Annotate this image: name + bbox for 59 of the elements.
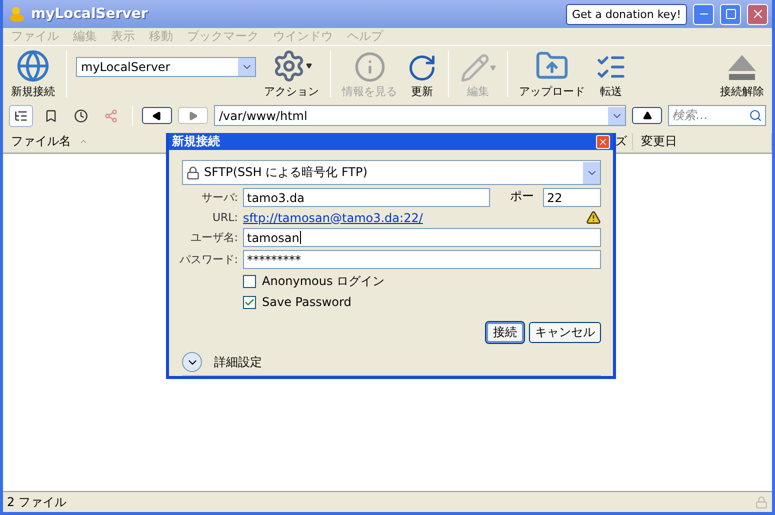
- globe-icon: [16, 49, 50, 83]
- path-field[interactable]: /var/www/html: [214, 105, 626, 126]
- close-button[interactable]: [596, 134, 610, 148]
- info-icon: [354, 51, 386, 83]
- dropdown-caret-icon: [306, 63, 312, 69]
- checkbox[interactable]: [243, 296, 256, 308]
- window-title: myLocalServer: [31, 6, 149, 22]
- maximize-button[interactable]: [720, 4, 741, 24]
- forward-button[interactable]: [178, 107, 208, 124]
- lock-icon: [186, 166, 200, 180]
- field-label: サーバ:: [200, 190, 238, 205]
- pencil-icon: [460, 53, 490, 83]
- back-arrow-icon: [152, 110, 162, 120]
- username-field[interactable]: tamosan: [243, 228, 601, 247]
- toolbar-button[interactable]: 接続解除: [718, 51, 766, 99]
- search-icon: [749, 109, 762, 122]
- refresh-icon: [407, 53, 437, 83]
- view-tab[interactable]: [9, 104, 33, 126]
- close-button[interactable]: [747, 4, 768, 24]
- field-label: ユーザ名:: [189, 230, 238, 245]
- checkbox-label: Save Password: [262, 295, 352, 309]
- parent-folder-button[interactable]: [632, 107, 662, 124]
- search-field[interactable]: 検索…: [668, 105, 766, 126]
- outline-view-icon: [14, 108, 28, 122]
- toolbar-button[interactable]: 新規接続: [9, 49, 57, 99]
- forward-arrow-icon: [188, 110, 198, 120]
- password-field[interactable]: *********: [243, 250, 601, 269]
- lock-icon: [755, 496, 768, 508]
- back-button[interactable]: [142, 107, 172, 124]
- toolbar-button[interactable]: アップロード: [517, 49, 587, 99]
- toolbar-button[interactable]: 転送: [593, 51, 629, 99]
- field-label: ポー: [509, 188, 535, 205]
- bookmark-icon: [44, 108, 58, 122]
- expand-button[interactable]: [182, 352, 202, 372]
- dropdown-caret-icon: [490, 65, 496, 71]
- field-label: URL:: [211, 211, 238, 224]
- checkbox[interactable]: [243, 274, 256, 288]
- donation-button[interactable]: Get a donation key!: [566, 4, 687, 24]
- advanced-label: 詳細設定: [214, 354, 262, 370]
- dialog-title: 新規接続: [172, 133, 220, 150]
- close-icon: [598, 136, 608, 146]
- port-field[interactable]: 22: [543, 188, 601, 207]
- dialog-button[interactable]: 接続: [486, 322, 524, 343]
- dialog-button[interactable]: キャンセル: [529, 322, 601, 343]
- url-link[interactable]: sftp://tamosan@tamo3.da:22/: [243, 210, 423, 224]
- server-select[interactable]: myLocalServer: [76, 57, 256, 77]
- up-arrow-icon: [642, 111, 652, 120]
- clock-icon: [74, 108, 88, 122]
- status-text: 2 ファイル: [7, 494, 68, 510]
- toolbar-button[interactable]: 更新: [405, 53, 439, 99]
- share-icon: [104, 108, 118, 122]
- field-label: パスワード:: [178, 252, 238, 267]
- maximize-icon: [724, 8, 736, 20]
- toolbar-button[interactable]: アクション: [262, 49, 321, 99]
- protocol-select[interactable]: SFTP(SSH による暗号化 FTP): [182, 160, 601, 185]
- minimize-button[interactable]: [693, 4, 714, 24]
- server-field[interactable]: tamo3.da: [243, 188, 490, 207]
- column-header[interactable]: 変更日: [632, 133, 772, 150]
- checkbox-label: Anonymous ログイン: [262, 272, 385, 290]
